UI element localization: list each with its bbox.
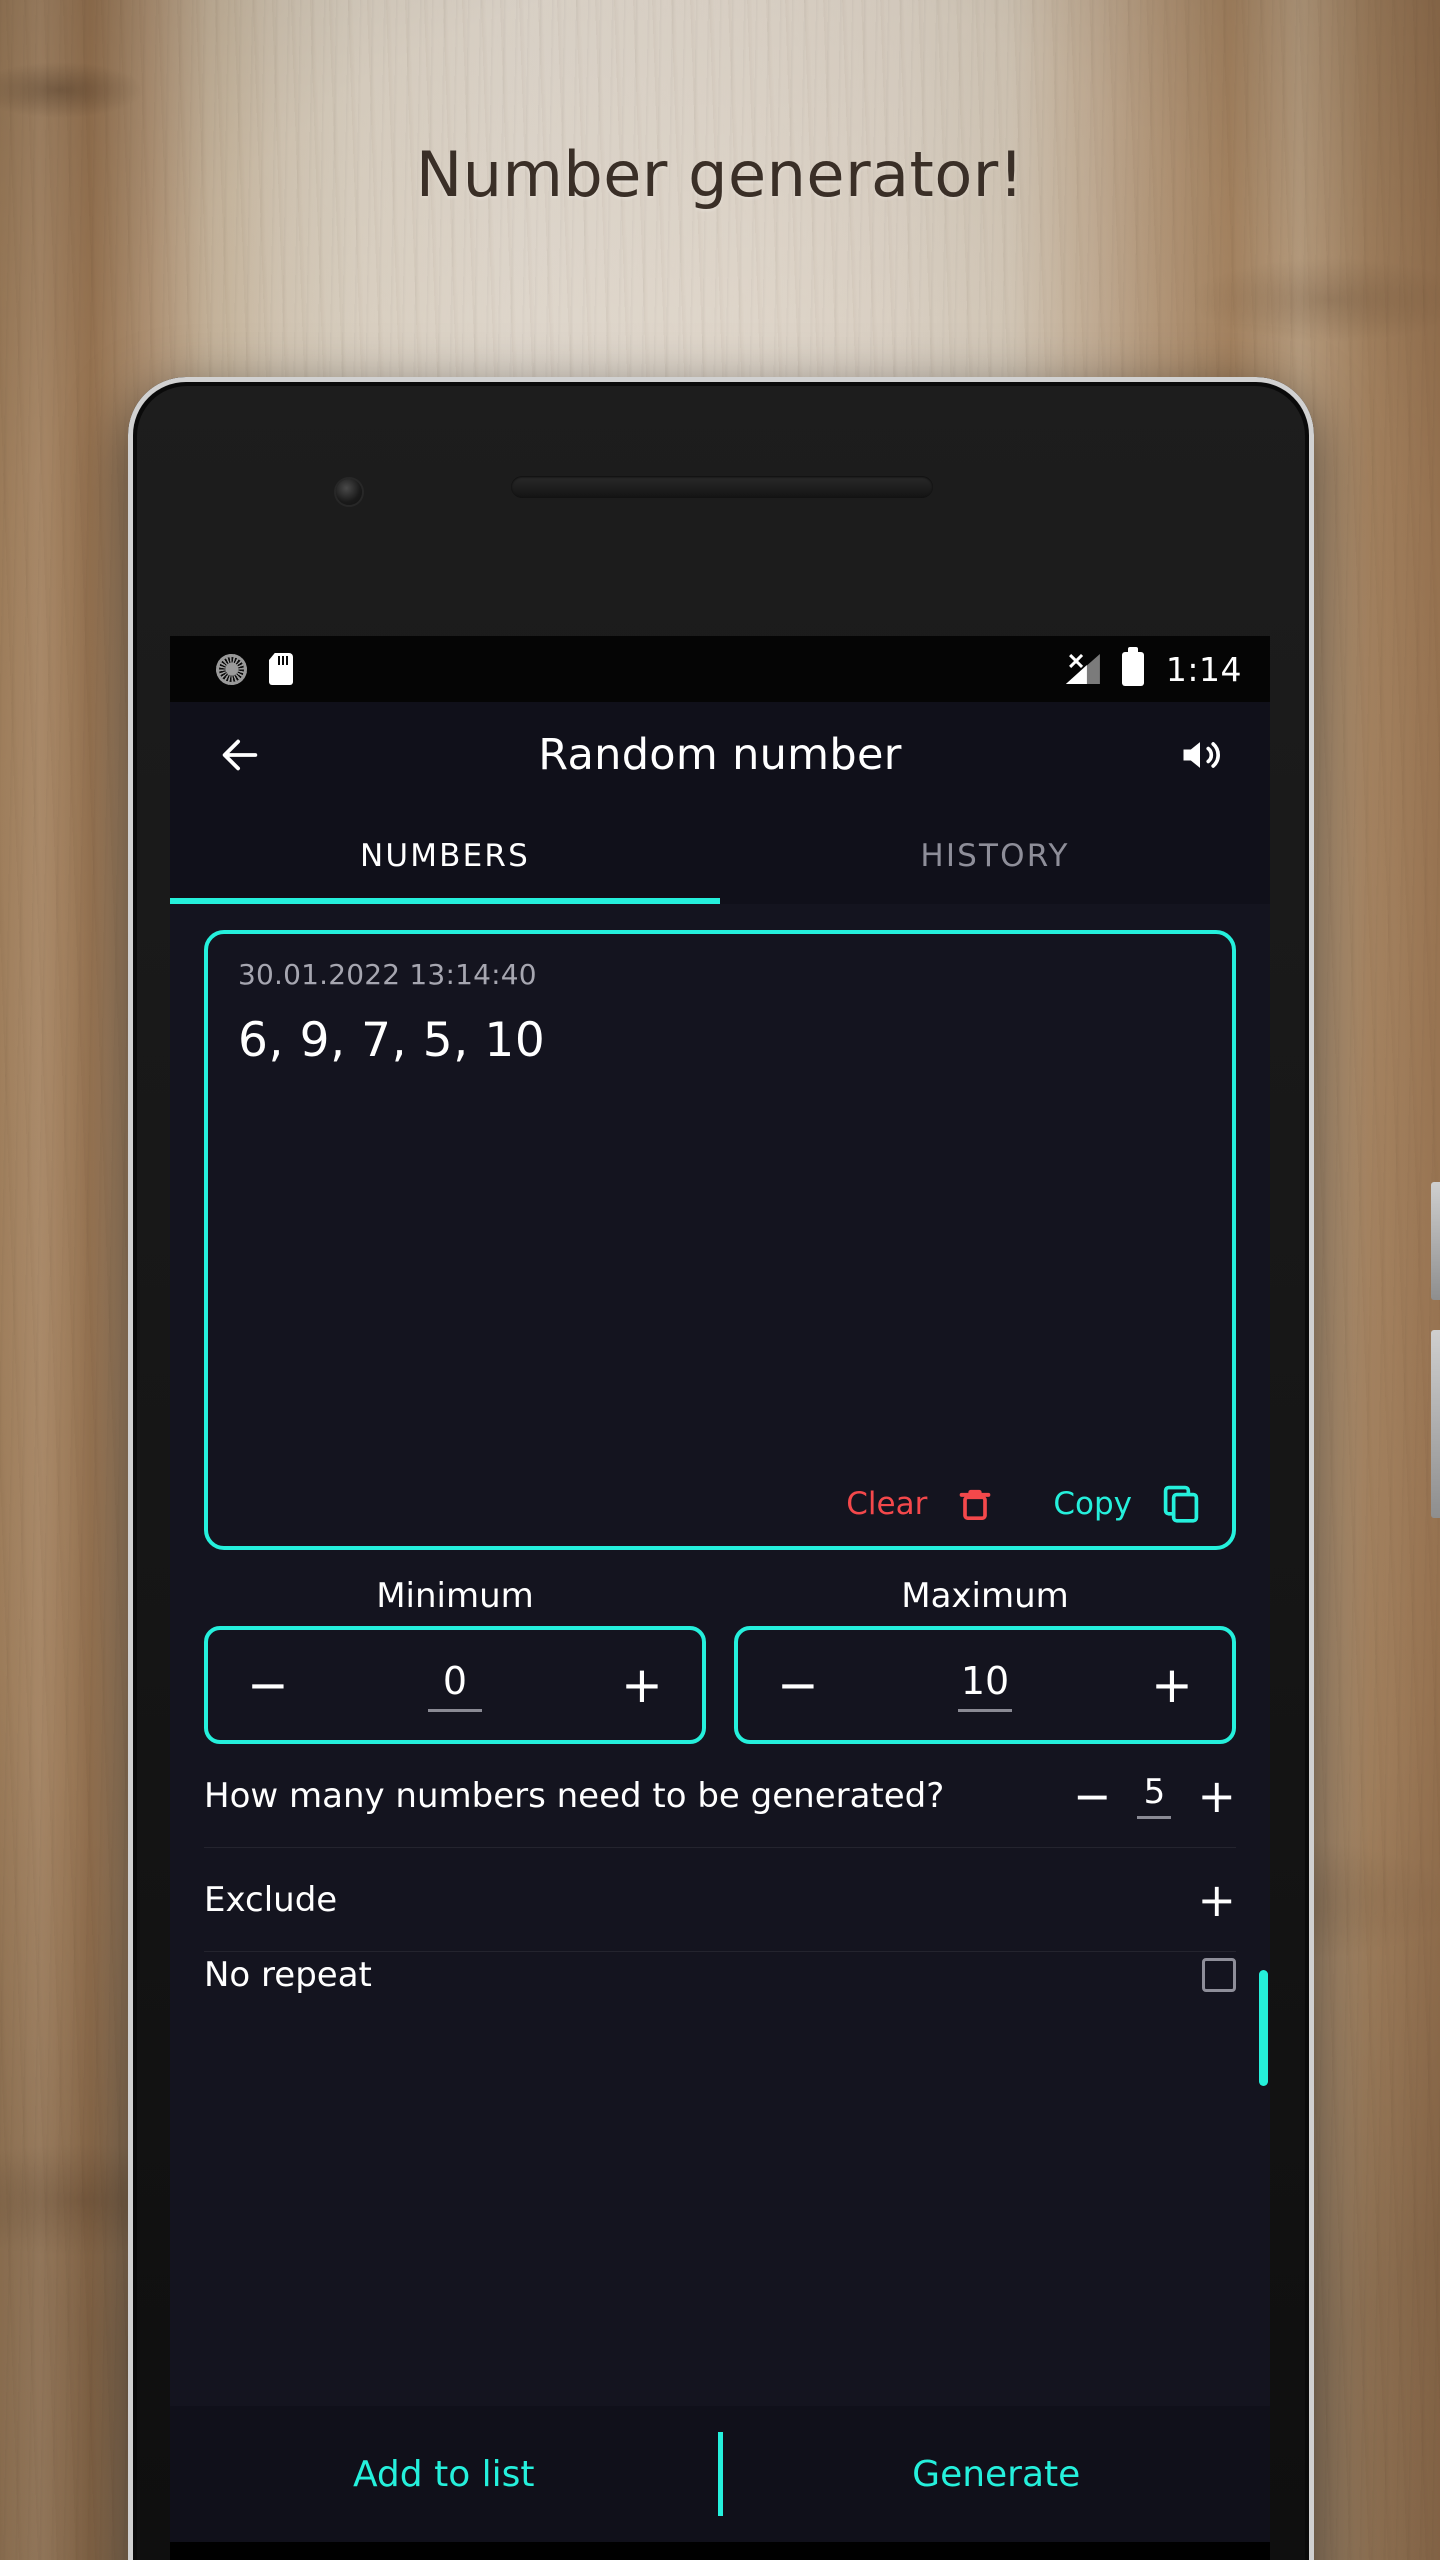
maximum-label: Maximum	[901, 1576, 1069, 1616]
count-label: How many numbers need to be generated?	[204, 1775, 945, 1816]
bottom-action-bar: Add to list Generate	[170, 2406, 1270, 2542]
maximum-stepper: − 10 +	[734, 1626, 1236, 1744]
earpiece-speaker	[511, 476, 933, 498]
result-card: 30.01.2022 13:14:40 6, 9, 7, 5, 10 Clear…	[204, 930, 1236, 1550]
volume-button[interactable]	[1431, 1330, 1440, 1518]
copy-label: Copy	[1053, 1486, 1132, 1522]
status-bar-left-icons	[216, 653, 293, 685]
tab-history[interactable]: HISTORY	[720, 808, 1270, 904]
status-bar-right-icons: ✕ 1:14	[1065, 647, 1242, 689]
back-button[interactable]	[208, 723, 272, 787]
front-camera-icon	[336, 479, 362, 505]
exclude-row: Exclude +	[204, 1848, 1236, 1952]
minimum-value[interactable]: 0	[428, 1659, 482, 1712]
count-stepper: − 5 +	[1073, 1772, 1236, 1819]
no-repeat-checkbox[interactable]	[1202, 1958, 1236, 1992]
minimum-stepper: − 0 +	[204, 1626, 706, 1744]
copy-button[interactable]: Copy	[1053, 1482, 1202, 1526]
signal-no-service-icon: ✕	[1065, 651, 1100, 684]
count-decrement-button[interactable]: −	[1073, 1773, 1112, 1819]
count-increment-button[interactable]: +	[1197, 1773, 1236, 1819]
phone-screen: ✕ 1:14 Random number NUMBERS HISTORY 30.…	[170, 636, 1270, 2542]
status-bar-clock: 1:14	[1165, 649, 1242, 689]
battery-icon	[1121, 647, 1144, 686]
minimum-label: Minimum	[376, 1576, 534, 1616]
exclude-add-button[interactable]: +	[1197, 1877, 1236, 1923]
maximum-value[interactable]: 10	[958, 1659, 1012, 1712]
exclude-actions: +	[1197, 1877, 1236, 1923]
android-navigation-bar	[170, 2542, 1270, 2560]
maximum-control: Maximum − 10 +	[734, 1576, 1236, 1744]
main-content: 30.01.2022 13:14:40 6, 9, 7, 5, 10 Clear…	[170, 904, 1270, 2406]
add-to-list-button[interactable]: Add to list	[170, 2454, 718, 2495]
minimum-control: Minimum − 0 +	[204, 1576, 706, 1744]
range-controls: Minimum − 0 + Maximum − 10 +	[204, 1576, 1236, 1744]
tab-bar: NUMBERS HISTORY	[170, 808, 1270, 904]
clear-button[interactable]: Clear	[846, 1483, 995, 1525]
exclude-label: Exclude	[204, 1879, 338, 1920]
volume-up-icon	[1183, 742, 1220, 768]
app-bar: Random number	[170, 702, 1270, 808]
result-timestamp: 30.01.2022 13:14:40	[238, 958, 537, 991]
count-value[interactable]: 5	[1137, 1772, 1172, 1819]
copy-icon	[1163, 1485, 1199, 1523]
maximum-decrement-button[interactable]: −	[772, 1660, 824, 1710]
result-value: 6, 9, 7, 5, 10	[238, 1013, 546, 1068]
sound-toggle-button[interactable]	[1168, 723, 1232, 787]
no-repeat-row[interactable]: No repeat	[204, 1952, 1236, 1998]
count-row: How many numbers need to be generated? −…	[204, 1744, 1236, 1848]
page-title: Number generator!	[415, 138, 1025, 211]
minimum-decrement-button[interactable]: −	[242, 1660, 294, 1710]
app-bar-title: Random number	[538, 730, 902, 780]
no-repeat-label: No repeat	[204, 1955, 372, 1995]
sync-icon	[216, 653, 247, 685]
arrow-left-icon	[222, 739, 258, 771]
trash-icon	[960, 1489, 991, 1520]
maximum-increment-button[interactable]: +	[1146, 1660, 1198, 1710]
sd-card-icon	[269, 653, 293, 685]
clear-label: Clear	[846, 1486, 928, 1522]
scrollbar-thumb[interactable]	[1259, 1970, 1268, 2086]
minimum-increment-button[interactable]: +	[616, 1660, 668, 1710]
generate-button[interactable]: Generate	[723, 2454, 1271, 2495]
status-bar: ✕ 1:14	[170, 636, 1270, 702]
tab-numbers[interactable]: NUMBERS	[170, 808, 720, 904]
result-actions: Clear Copy	[238, 1482, 1202, 1526]
no-repeat-checkbox-wrap	[1202, 1958, 1236, 1992]
power-button[interactable]	[1431, 1182, 1440, 1300]
